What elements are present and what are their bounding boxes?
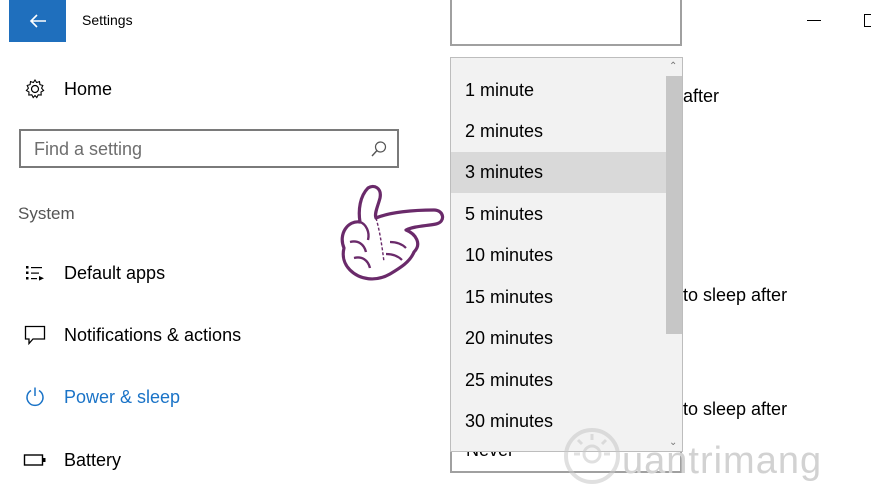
dropdown-option[interactable]: 15 minutes bbox=[451, 277, 666, 318]
sidebar-item-label: Home bbox=[64, 78, 113, 99]
sidebar-item-home[interactable]: Home bbox=[22, 78, 112, 100]
power-icon bbox=[22, 386, 48, 408]
sidebar-item-label: Default apps bbox=[64, 262, 166, 283]
search-icon[interactable] bbox=[370, 140, 388, 163]
dropdown-option[interactable]: 10 minutes bbox=[451, 235, 666, 276]
sidebar-item-notifications[interactable]: Notifications & actions bbox=[22, 324, 241, 346]
dropdown-option[interactable]: 30 minutes bbox=[451, 401, 666, 442]
section-label: System bbox=[18, 204, 75, 223]
setting-label: to sleep after bbox=[683, 285, 788, 305]
watermark-text: uantrimang bbox=[622, 440, 823, 482]
gear-icon bbox=[22, 78, 48, 100]
scroll-up-icon[interactable]: ⌃ bbox=[669, 61, 677, 72]
back-button[interactable] bbox=[9, 0, 66, 42]
pointing-hand-icon bbox=[340, 184, 445, 281]
setting-label: to sleep after bbox=[683, 399, 788, 419]
default-apps-icon bbox=[22, 262, 48, 284]
dropdown-option[interactable]: 25 minutes bbox=[451, 360, 666, 401]
screen-timeout-combo[interactable] bbox=[450, 0, 682, 46]
sidebar-item-label: Power & sleep bbox=[64, 386, 181, 407]
sidebar-item-battery[interactable]: Battery bbox=[22, 449, 121, 471]
timeout-dropdown-list[interactable]: 1 minute 2 minutes 3 minutes 5 minutes 1… bbox=[450, 57, 683, 452]
sidebar-item-label: Battery bbox=[64, 449, 122, 470]
dropdown-option[interactable]: 5 minutes bbox=[451, 194, 666, 235]
dropdown-option[interactable]: 2 minutes bbox=[451, 111, 666, 152]
setting-label: after bbox=[683, 86, 720, 106]
minimize-button[interactable] bbox=[807, 20, 821, 21]
sidebar-item-default-apps[interactable]: Default apps bbox=[22, 262, 165, 284]
search-input[interactable] bbox=[34, 138, 354, 160]
battery-icon bbox=[22, 449, 48, 471]
dropdown-option-highlighted[interactable]: 3 minutes bbox=[451, 152, 666, 193]
scrollbar-thumb[interactable] bbox=[666, 76, 682, 334]
back-arrow-icon bbox=[29, 14, 46, 28]
notifications-icon bbox=[22, 324, 48, 346]
maximize-button[interactable] bbox=[864, 14, 871, 27]
dropdown-scrollbar[interactable]: ⌃ ⌄ bbox=[666, 58, 682, 451]
sidebar-item-power-sleep[interactable]: Power & sleep bbox=[22, 386, 180, 408]
dropdown-option[interactable]: 1 minute bbox=[451, 70, 666, 111]
watermark-logo-icon bbox=[564, 428, 620, 484]
dropdown-option[interactable]: 20 minutes bbox=[451, 318, 666, 359]
sidebar-item-label: Notifications & actions bbox=[64, 324, 242, 345]
search-box[interactable] bbox=[19, 129, 399, 168]
window-title: Settings bbox=[82, 12, 133, 28]
